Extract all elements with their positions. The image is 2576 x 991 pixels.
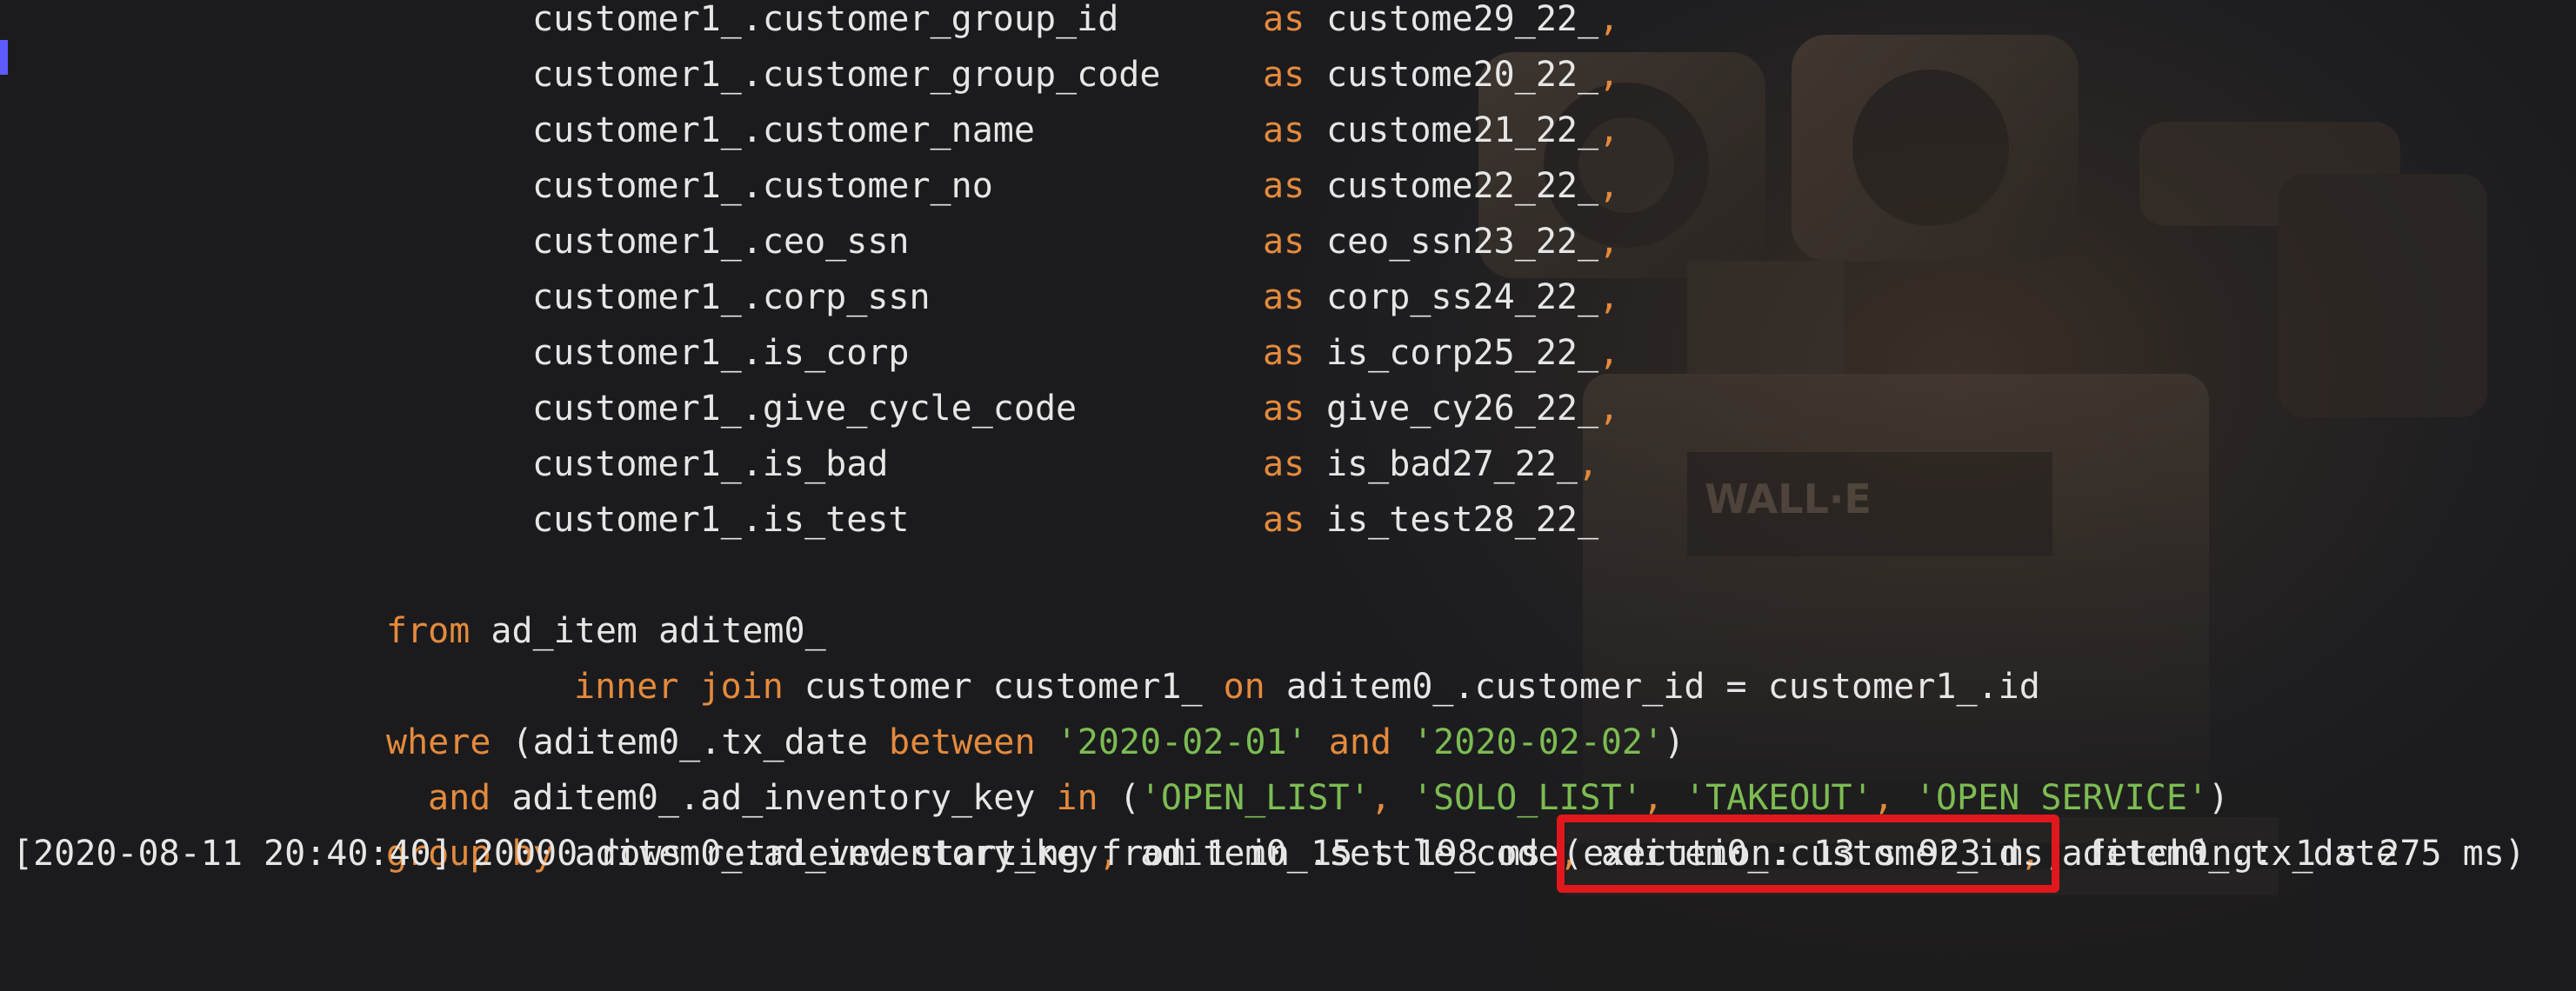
column-expression: customer1_.corp_ssn (532, 277, 931, 317)
column-expression: customer1_.customer_no (532, 166, 993, 206)
inventory-key-literal: 'TAKEOUT' (1684, 778, 1873, 818)
as-keyword: as (1263, 222, 1305, 262)
comma-separator: , (1577, 444, 1599, 484)
column-alias: custome20_22_ (1326, 55, 1599, 95)
column-alias: is_test28_22_ (1326, 500, 1599, 540)
and-keyword: and (1328, 722, 1391, 762)
from-keyword: from (386, 611, 470, 651)
column-expression: customer1_.is_bad (532, 444, 889, 484)
column-alias-wrap: custome20_22_, (1326, 47, 1619, 103)
comma-separator: , (1598, 55, 1620, 95)
execution-time-highlight-box (1557, 815, 2059, 893)
column-expression: customer1_.customer_name (532, 110, 1035, 150)
column-alias-wrap: is_corp25_22_, (1326, 325, 1619, 381)
column-alias-wrap: custome29_22_, (1326, 0, 1619, 47)
from-clause-line: from ad_item aditem0_ (0, 548, 826, 651)
where-clause-line: where (aditem0_.tx_date between '2020-02… (0, 659, 1685, 762)
column-alias: corp_ss24_22_ (1326, 277, 1599, 317)
and-clause-line: and aditem0_.ad_inventory_key in ('OPEN_… (0, 715, 2229, 818)
column-alias-wrap: is_bad27_22_, (1326, 436, 1598, 492)
between-keyword: between (888, 722, 1036, 762)
in-open-paren: ( (1098, 778, 1140, 818)
comma-separator: , (1598, 0, 1620, 39)
column-alias: is_bad27_22_ (1326, 444, 1578, 484)
comma-separator: , (1598, 389, 1620, 429)
column-expression: customer1_.give_cycle_code (532, 389, 1078, 429)
join-condition: aditem0_.customer_id = customer1_.id (1265, 667, 2040, 707)
column-expression: customer1_.is_corp (532, 333, 910, 373)
column-alias: custome22_22_ (1326, 166, 1599, 206)
column-alias-wrap: give_cy26_22_, (1326, 381, 1619, 436)
inventory-key-literal: 'OPEN_LIST' (1139, 778, 1371, 818)
join-table: customer customer1_ (783, 667, 1224, 707)
in-keyword: in (1056, 778, 1098, 818)
column-alias-wrap: custome21_22_, (1326, 103, 1619, 158)
column-expression: customer1_.ceo_ssn (532, 222, 910, 262)
column-alias: give_cy26_22_ (1326, 389, 1599, 429)
gutter-marker (0, 40, 8, 75)
as-keyword: as (1263, 277, 1305, 317)
comma-separator: , (1370, 778, 1412, 818)
comma-separator: , (1598, 277, 1620, 317)
column-expression: customer1_.is_test (532, 500, 910, 540)
column-alias: custome21_22_ (1326, 110, 1599, 150)
in-close-paren: ) (2208, 778, 2230, 818)
status-prefix: [2020-08-11 20:40:40] 20000 rows retriev… (12, 834, 1584, 874)
and-keyword: and (428, 778, 491, 818)
console-output-panel: WALL·E customer1_.customer_group_id as cus… (0, 0, 2576, 991)
date-start-literal: '2020-02-01' (1056, 722, 1308, 762)
group-by-clause-line: group by aditem0_.ad_inventory_key, adit… (0, 770, 2397, 874)
as-keyword: as (1263, 110, 1305, 150)
where-close-paren: ) (1664, 722, 1685, 762)
status-fetching-time: fetching: 1 s 275 ms) (2065, 834, 2526, 874)
on-keyword: on (1223, 667, 1265, 707)
comma-separator: , (1642, 778, 1685, 818)
as-keyword: as (1263, 0, 1305, 39)
as-keyword: as (1263, 389, 1305, 429)
column-alias-wrap: custome22_22_, (1326, 158, 1619, 214)
column-alias: custome29_22_ (1326, 0, 1599, 39)
inventory-key-literal: 'OPEN_SERVICE' (1914, 778, 2209, 818)
column-alias-wrap: ceo_ssn23_22_, (1326, 214, 1619, 269)
where-keyword: where (386, 722, 491, 762)
join-clause-line: inner join customer customer1_ on aditem… (0, 603, 2040, 707)
column-alias-wrap: is_test28_22_ (1326, 492, 1598, 548)
comma-separator: , (1598, 166, 1620, 206)
join-keyword: join (699, 667, 784, 707)
as-keyword: as (1263, 444, 1305, 484)
query-status-message: [2020-08-11 20:40:40] 20000 rows retriev… (12, 826, 2526, 881)
column-expression: customer1_.customer_group_id (532, 0, 1119, 39)
comma-separator: , (1598, 110, 1620, 150)
comma-separator: , (1598, 333, 1620, 373)
in-value-list: 'OPEN_LIST', 'SOLO_LIST', 'TAKEOUT', 'OP… (1140, 778, 2208, 818)
column-alias: ceo_ssn23_22_ (1326, 222, 1599, 262)
comma-separator: , (1598, 222, 1620, 262)
as-keyword: as (1263, 500, 1305, 540)
as-keyword: as (1263, 166, 1305, 206)
inner-keyword: inner (574, 667, 679, 707)
from-table: ad_item aditem0_ (470, 611, 826, 651)
comma-separator: , (1872, 778, 1915, 818)
as-keyword: as (1263, 55, 1305, 95)
inventory-key-literal: 'SOLO_LIST' (1411, 778, 1643, 818)
as-keyword: as (1263, 333, 1305, 373)
where-expr: (aditem0_.tx_date (491, 722, 889, 762)
column-alias: is_corp25_22_ (1326, 333, 1599, 373)
column-expression: customer1_.customer_group_code (532, 55, 1161, 95)
date-end-literal: '2020-02-02' (1412, 722, 1665, 762)
column-alias-wrap: corp_ss24_22_, (1326, 269, 1619, 325)
and-expr: aditem0_.ad_inventory_key (491, 778, 1057, 818)
svg-text:WALL·E: WALL·E (1705, 476, 1872, 522)
